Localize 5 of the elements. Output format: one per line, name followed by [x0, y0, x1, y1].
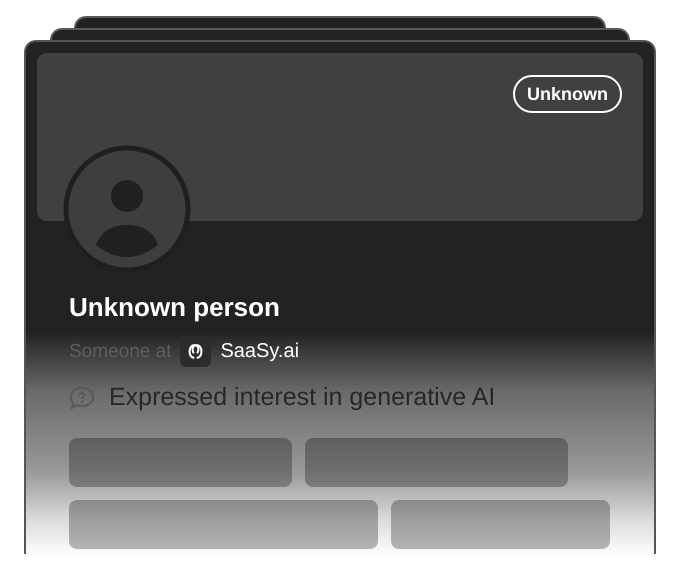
- chat-question-icon: [69, 386, 95, 410]
- interest-text: Expressed interest in generative AI: [109, 383, 496, 412]
- status-badge: Unknown: [513, 75, 622, 113]
- person-name: Unknown person: [69, 291, 281, 323]
- company-name: SaaSy.ai: [220, 340, 300, 363]
